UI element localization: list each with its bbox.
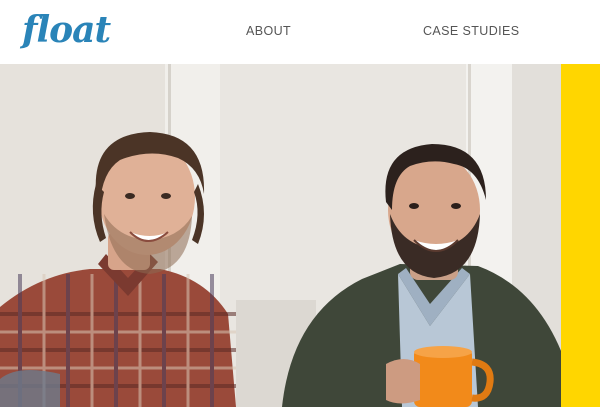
- float-logo[interactable]: float: [22, 8, 111, 52]
- hero-photo: [0, 64, 600, 407]
- nav-about-link[interactable]: ABOUT: [246, 24, 291, 38]
- accent-stripe: [561, 64, 600, 407]
- nav-case-studies-link[interactable]: CASE STUDIES: [423, 24, 520, 38]
- hero-illustration: [0, 64, 600, 407]
- site-header: float ABOUT CASE STUDIES: [0, 0, 600, 64]
